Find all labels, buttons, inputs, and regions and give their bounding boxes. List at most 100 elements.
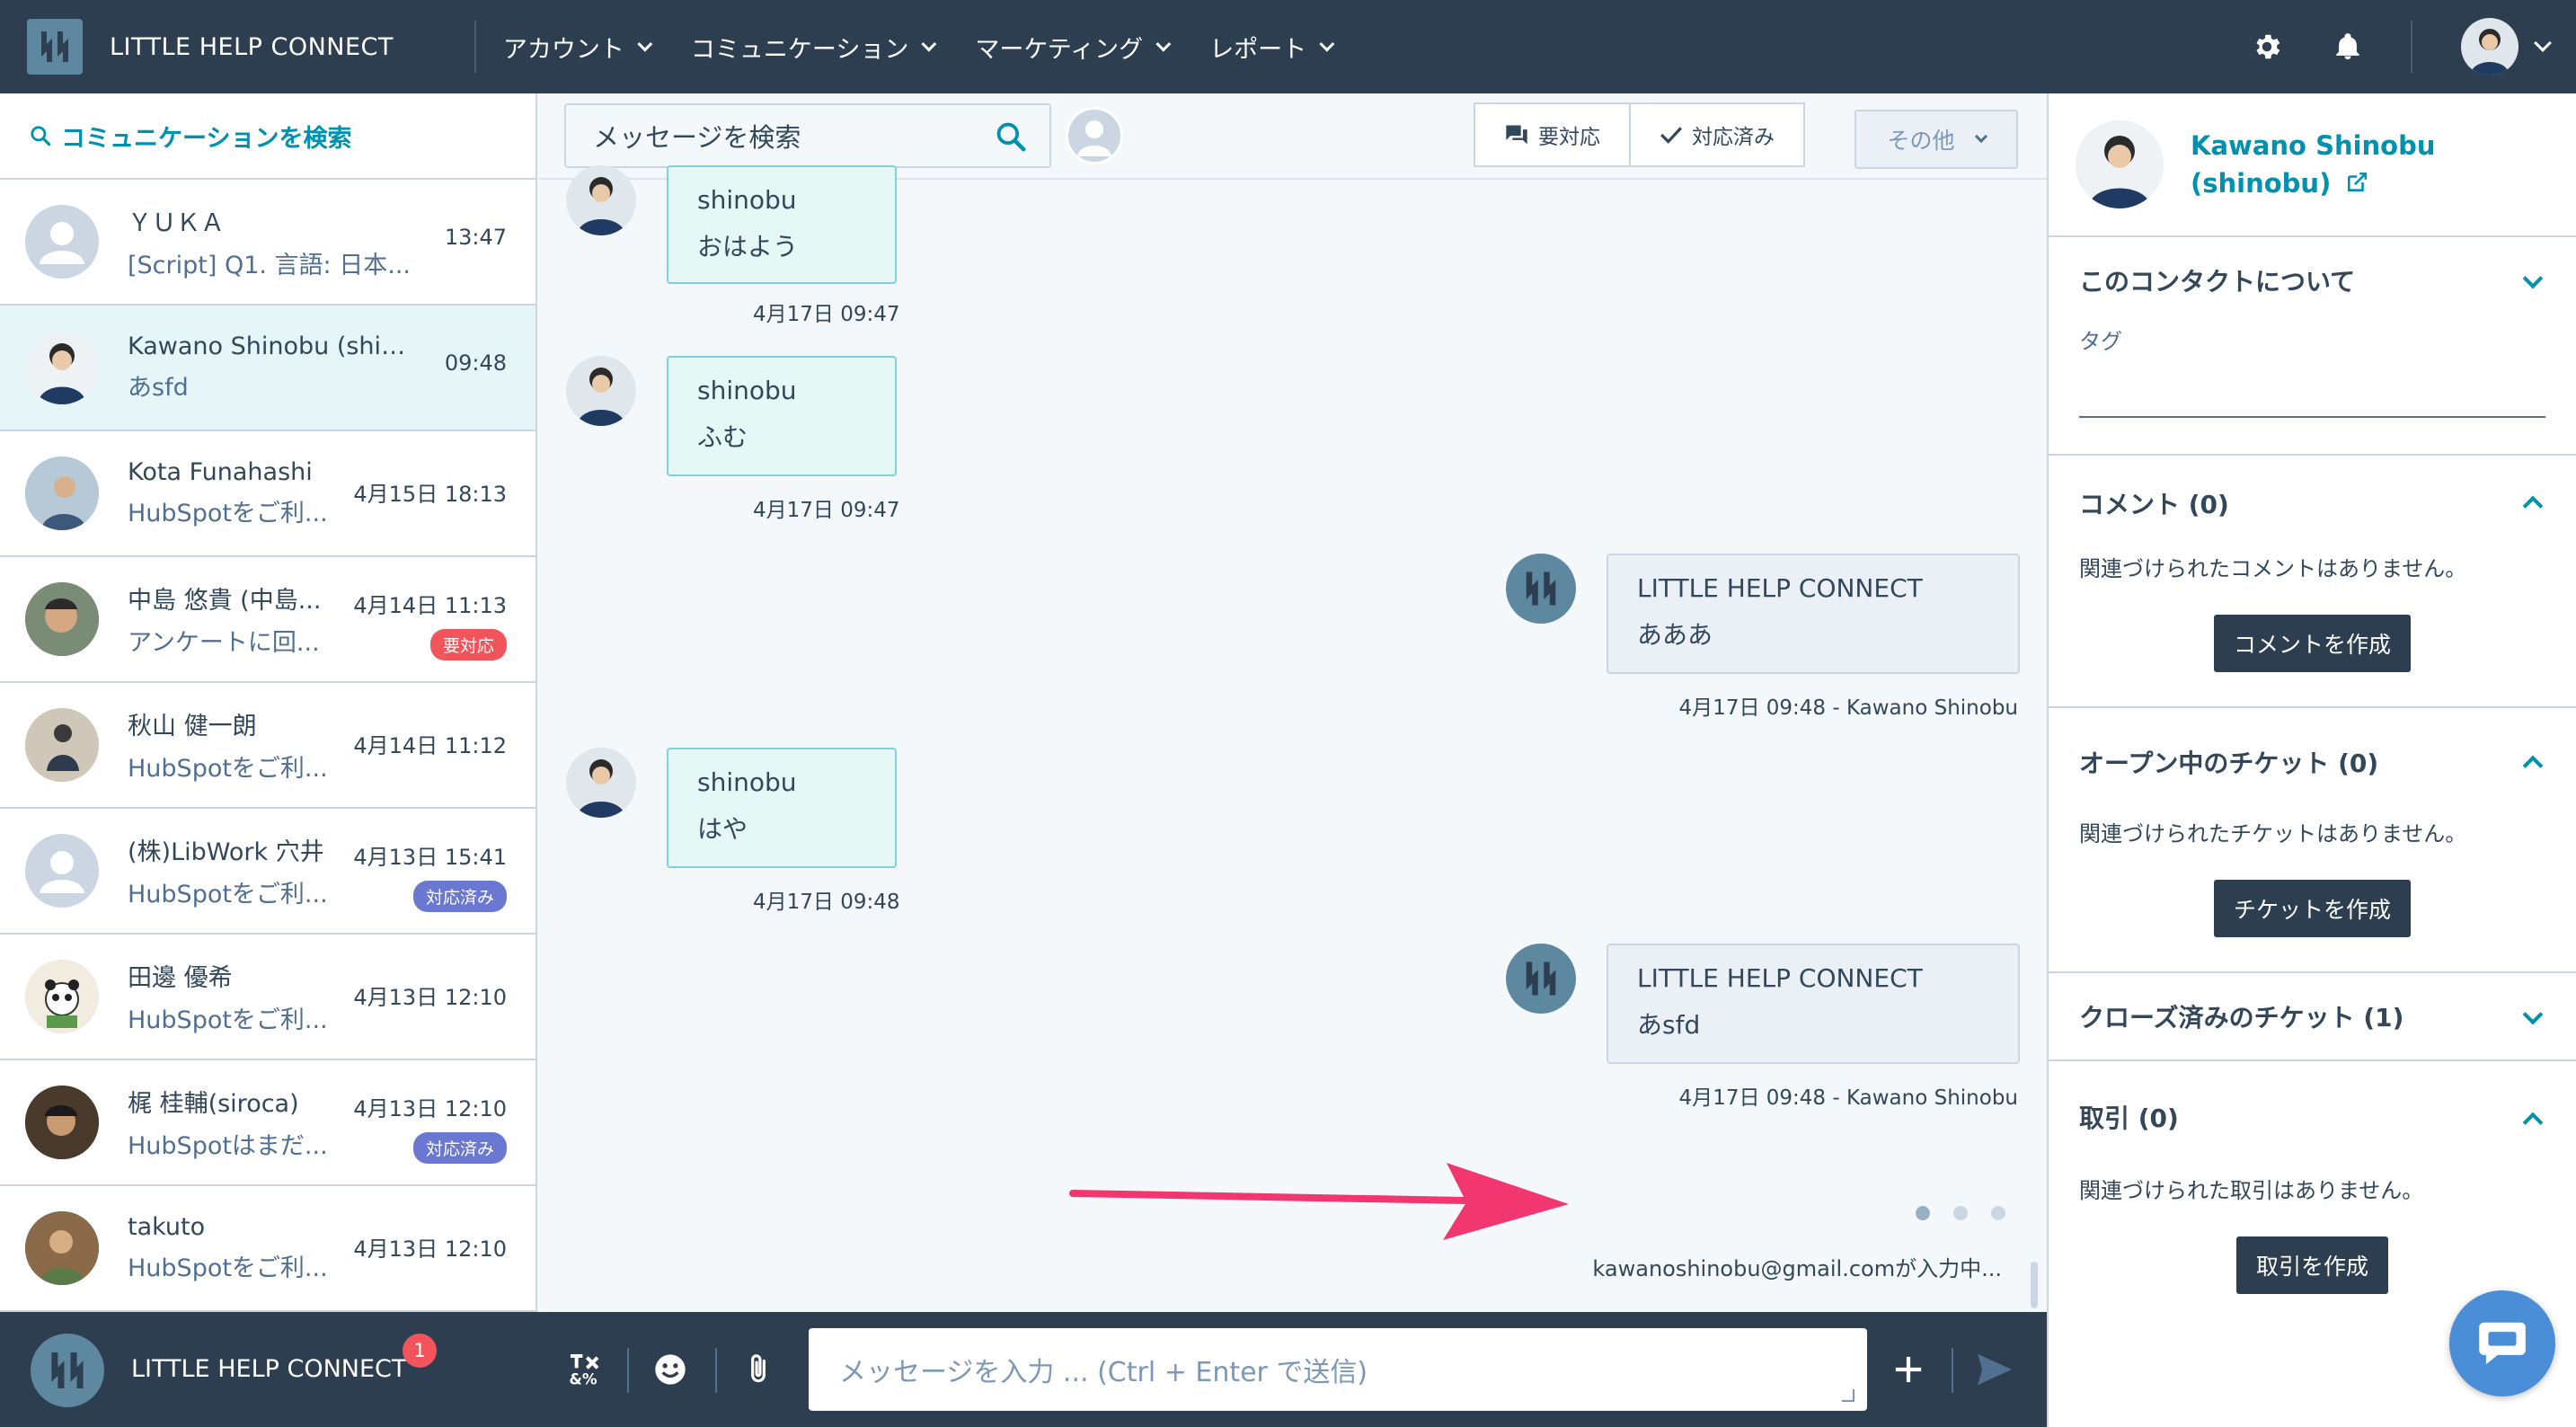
chevron-down-icon (1319, 36, 1335, 52)
section-title: クローズ済みのチケット (1) (2079, 1003, 2404, 1033)
nav-report[interactable]: レポート (1209, 30, 1335, 65)
timestamp: 4月13日 12:10 (353, 1236, 507, 1262)
chat-bubble-icon (1506, 125, 1527, 145)
create-ticket-button[interactable]: チケットを作成 (2213, 880, 2411, 937)
external-link-icon[interactable] (2345, 171, 2368, 194)
search-label: コミュニケーションを検索 (61, 124, 352, 153)
message-bubble: shinobu はや (667, 748, 897, 868)
chevron-down-icon (1974, 129, 1987, 144)
send-icon[interactable] (1975, 1350, 2014, 1389)
message-input[interactable]: メッセージを入力 ... (Ctrl + Enter で送信) (809, 1328, 1867, 1411)
message-timestamp: 4月17日 09:47 (753, 499, 900, 522)
section-title: オープン中のチケット (0) (2079, 749, 2379, 778)
nav-communication[interactable]: コミュニケーション (690, 30, 937, 65)
message-placeholder: メッセージを入力 ... (Ctrl + Enter で送信) (839, 1357, 1368, 1388)
empty-state: 関連づけられたコメントはありません。 (2079, 556, 2467, 581)
sender-name: LITTLE HELP CONNECT (131, 1355, 407, 1383)
list-item[interactable]: ＹＵＫＡ [Script] Q1. 言語: 日本... 13:47 (0, 180, 536, 306)
avatar (25, 708, 99, 782)
message-sender: shinobu (697, 767, 797, 797)
avatar[interactable] (1066, 107, 1123, 164)
gear-icon[interactable] (2249, 29, 2285, 65)
message-timestamp: 4月17日 09:47 (753, 303, 900, 326)
app-logo[interactable] (27, 19, 83, 75)
chevron-up-icon (2522, 495, 2544, 517)
avatar (25, 456, 99, 530)
conversation-thread: メッセージを検索 要対応 対応済み その他 shinobu おはよう 4月17日… (539, 93, 2047, 1312)
tag-input[interactable] (2079, 355, 2545, 418)
app-title: LITTLE HELP CONNECT (110, 32, 394, 61)
deals-section: 取引 (0) 関連づけられた取引はありません。 取引を作成 (2049, 1061, 2576, 1328)
message-search-input[interactable]: メッセージを検索 (564, 103, 1051, 168)
message-preview: アンケートに回... (128, 629, 320, 657)
message-sender: shinobu (697, 185, 797, 215)
template-icon[interactable]: &% (564, 1350, 604, 1389)
divider (627, 1348, 629, 1393)
list-item[interactable]: 秋山 健一朗 HubSpotをご利... 4月14日 11:12 (0, 683, 536, 809)
search-icon[interactable] (994, 120, 1028, 154)
nav-account[interactable]: アカウント (502, 30, 653, 65)
message-preview: [Script] Q1. 言語: 日本... (128, 252, 411, 279)
chevron-down-icon[interactable] (2534, 34, 2552, 52)
bell-icon[interactable] (2330, 29, 2366, 65)
message-body: はや (697, 814, 748, 844)
nav-label: アカウント (502, 35, 624, 64)
create-deal-button[interactable]: 取引を作成 (2235, 1236, 2388, 1294)
avatar (25, 960, 99, 1033)
closed-tickets-toggle[interactable]: クローズ済みのチケット (1) (2049, 973, 2576, 1059)
done-button[interactable]: 対応済み (1631, 102, 1805, 167)
company-avatar (1506, 554, 1576, 624)
avatar (566, 748, 636, 818)
contact-sidebar: Kawano Shinobu (shinobu) このコンタクトについて タグ … (2047, 93, 2576, 1427)
message-body: あsfd (1637, 1010, 1701, 1040)
contact-name-link[interactable]: Kawano Shinobu (shinobu) (2191, 127, 2478, 202)
create-comment-button[interactable]: コメントを作成 (2213, 615, 2411, 672)
chevron-down-icon (2522, 1004, 2544, 1025)
message-bubble: shinobu おはよう (667, 165, 897, 284)
resize-handle[interactable] (1842, 1389, 1855, 1402)
other-label: その他 (1887, 128, 1955, 154)
avatar (25, 1086, 99, 1159)
nav-marketing[interactable]: マーケティング (975, 30, 1172, 65)
search-communications-link[interactable]: コミュニケーションを検索 (0, 93, 536, 180)
user-avatar[interactable] (2461, 18, 2518, 75)
composer-bar: LITTLE HELP CONNECT 1 &% メッセージを入力 ... (C… (0, 1312, 2047, 1427)
list-item[interactable]: Kota Funahashi HubSpotをご利... 4月15日 18:13 (0, 431, 536, 557)
conversation-list-panel: コミュニケーションを検索 ＹＵＫＡ [Script] Q1. 言語: 日本... … (0, 93, 537, 1312)
attachment-icon[interactable] (739, 1350, 778, 1389)
timestamp: 4月13日 15:41 (353, 845, 507, 870)
list-item[interactable]: takuto HubSpotをご利... 4月13日 12:10 (0, 1186, 536, 1312)
avatar (25, 834, 99, 908)
chevron-up-icon (2522, 755, 2544, 776)
status-badge: 対応済み (412, 1132, 507, 1164)
section-title: このコンタクトについて (2079, 267, 2356, 297)
svg-text:&%: &% (569, 1371, 598, 1387)
search-icon (31, 126, 51, 146)
deals-section-toggle[interactable]: 取引 (0) (2049, 1061, 2576, 1173)
contact-name: Kawano Shinobu (shin... (128, 332, 415, 360)
notification-badge: 1 (403, 1334, 437, 1368)
tickets-section: オープン中のチケット (0) 関連づけられたチケットはありません。 チケットを作… (2049, 708, 2576, 973)
nav-label: コミュニケーション (690, 35, 909, 64)
timestamp: 4月15日 18:13 (353, 482, 507, 507)
timestamp: 13:47 (444, 225, 507, 250)
plus-icon[interactable] (1889, 1350, 1928, 1389)
list-item[interactable]: (株)LibWork 穴井 HubSpotをご利... 4月13日 15:41 対… (0, 809, 536, 935)
message-sender: LITTLE HELP CONNECT (1637, 573, 1923, 603)
comments-section-toggle[interactable]: コメント (0) (2049, 456, 2576, 551)
chat-widget-button[interactable] (2449, 1290, 2555, 1396)
list-item[interactable]: Kawano Shinobu (shin... あsfd 09:48 (0, 306, 536, 431)
list-item[interactable]: 田邊 優希 HubSpotをご利... 4月13日 12:10 (0, 935, 536, 1060)
tickets-section-toggle[interactable]: オープン中のチケット (0) (2049, 708, 2576, 816)
other-dropdown[interactable]: その他 (1855, 110, 2018, 169)
chat-icon (2479, 1322, 2526, 1365)
about-section-toggle[interactable]: このコンタクトについて (2049, 237, 2576, 324)
avatar (566, 165, 636, 235)
list-item[interactable]: 梶 桂輔(siroca) HubSpotはまだ... 4月13日 12:10 対応… (0, 1060, 536, 1186)
emoji-icon[interactable] (651, 1350, 690, 1389)
scrollbar[interactable] (2031, 1262, 2038, 1308)
needs-action-button[interactable]: 要対応 (1474, 102, 1631, 167)
needs-action-label: 要対応 (1538, 126, 1600, 149)
list-item[interactable]: 中島 悠貴 (中島... アンケートに回... 4月14日 11:13 要対応 (0, 557, 536, 683)
annotation-arrow (1069, 1163, 1569, 1240)
